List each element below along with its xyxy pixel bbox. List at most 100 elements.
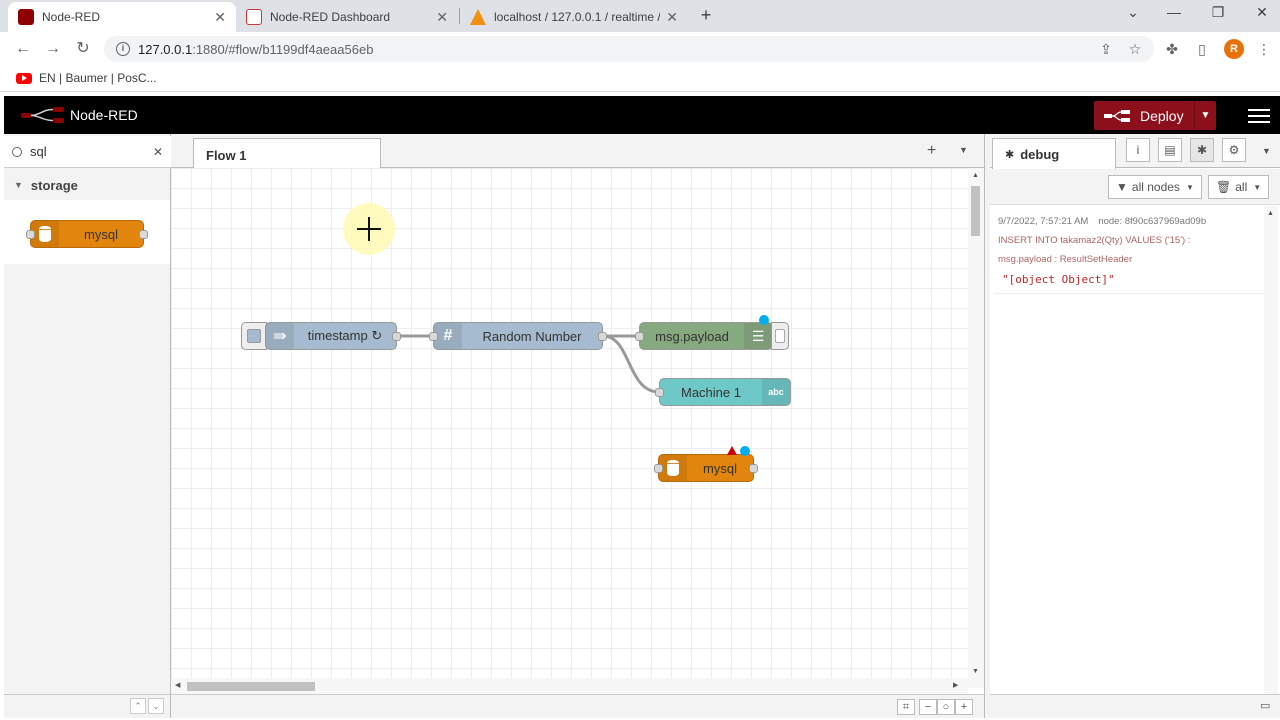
scroll-thumb[interactable]: [187, 682, 315, 691]
palette-search[interactable]: sql ✕: [4, 136, 171, 168]
output-port[interactable]: [139, 230, 148, 239]
back-icon[interactable]: ←: [12, 38, 34, 60]
browser-toolbar: ← → ↻ i 127.0.0.1:1880/#flow/b1199df4aea…: [0, 32, 1280, 66]
output-port[interactable]: [392, 332, 401, 341]
clear-search-icon[interactable]: ✕: [153, 145, 163, 159]
palette-category-storage[interactable]: ▼ storage: [4, 170, 170, 200]
output-port[interactable]: [598, 332, 607, 341]
canvas-horizontal-scrollbar[interactable]: ◀ ▶: [171, 678, 968, 694]
info-tab-icon[interactable]: i: [1126, 138, 1150, 162]
phpmyadmin-favicon-icon: [470, 9, 486, 25]
debug-toggle-button[interactable]: [771, 322, 789, 350]
address-bar[interactable]: i 127.0.0.1:1880/#flow/b1199df4aeaa56eb: [104, 36, 1154, 62]
deploy-dropdown-icon[interactable]: ▼: [1194, 101, 1216, 130]
browser-menu-icon[interactable]: ⋮: [1254, 39, 1274, 59]
filter-nodes-button[interactable]: ▼ all nodes ▼: [1108, 175, 1202, 199]
expand-all-icon[interactable]: ⌄: [148, 698, 164, 714]
help-book-icon[interactable]: ▤: [1158, 138, 1182, 162]
debug-node-id[interactable]: node: 8f90c637969ad09b: [1098, 216, 1206, 227]
output-port[interactable]: [749, 464, 758, 473]
minimize-icon[interactable]: —: [1162, 4, 1186, 20]
flow-workspace: Flow 1 + ▼ ⇛ timestamp ↻ # Random Number…: [171, 134, 984, 718]
close-tab-icon[interactable]: ✕: [214, 9, 226, 26]
scroll-up-icon[interactable]: ▲: [1267, 210, 1274, 217]
list-icon: ☰: [744, 323, 772, 349]
close-tab-icon[interactable]: ✕: [436, 9, 448, 26]
close-tab-icon[interactable]: ✕: [666, 9, 678, 26]
input-port[interactable]: [635, 332, 644, 341]
node-random-number[interactable]: # Random Number: [429, 322, 607, 350]
forward-icon[interactable]: →: [42, 38, 64, 60]
changed-indicator-icon: [740, 446, 750, 456]
profile-avatar[interactable]: R: [1224, 39, 1244, 59]
hash-icon: #: [434, 323, 462, 349]
scroll-right-icon[interactable]: ▶: [953, 681, 958, 689]
input-port[interactable]: [655, 388, 664, 397]
palette-node-mysql[interactable]: mysql: [26, 220, 148, 248]
zoom-reset-icon[interactable]: ○: [937, 699, 955, 715]
restore-icon[interactable]: ❐: [1206, 4, 1230, 21]
workspace-tabs: Flow 1 + ▼: [171, 134, 984, 169]
tab-flow-1[interactable]: Flow 1: [193, 138, 381, 169]
node-mysql[interactable]: mysql: [654, 454, 758, 482]
sidebar-menu-dropdown-icon[interactable]: ▼: [1262, 146, 1271, 156]
flow-list-dropdown-icon[interactable]: ▼: [959, 145, 968, 155]
scroll-down-icon[interactable]: ▼: [972, 668, 979, 675]
side-panel-icon[interactable]: ▯: [1192, 39, 1212, 59]
crosshair-cursor-icon: [357, 217, 381, 241]
add-flow-icon[interactable]: +: [927, 142, 936, 160]
palette-footer: ⌃ ⌄: [4, 694, 170, 718]
node-machine-1[interactable]: Machine 1 abc: [655, 378, 791, 406]
trash-icon: 🗑: [1216, 180, 1232, 194]
reload-icon[interactable]: ↻: [72, 38, 94, 60]
clear-messages-button[interactable]: 🗑 all ▼: [1208, 175, 1270, 199]
flow-canvas[interactable]: ⇛ timestamp ↻ # Random Number msg.payloa…: [171, 168, 968, 688]
node-label: Machine 1: [681, 384, 741, 400]
input-port[interactable]: [654, 464, 663, 473]
database-icon: [659, 455, 687, 481]
chevron-down-icon: ▼: [14, 180, 23, 190]
inject-button[interactable]: [241, 322, 267, 350]
input-port[interactable]: [26, 230, 35, 239]
bookmark-star-icon[interactable]: ☆: [1125, 39, 1145, 59]
bookmark-item[interactable]: EN | Baumer | PosC...: [16, 71, 157, 85]
node-red-favicon-icon: [246, 9, 262, 25]
config-gear-icon[interactable]: ⚙: [1222, 138, 1246, 162]
site-info-icon[interactable]: i: [116, 42, 130, 56]
browser-tab-phpmyadmin[interactable]: localhost / 127.0.0.1 / realtime / ✕: [460, 2, 688, 32]
debug-value[interactable]: "[object Object]": [1002, 269, 1260, 291]
palette-category-label: storage: [30, 177, 78, 193]
canvas-vertical-scrollbar[interactable]: ▲ ▼: [968, 168, 984, 688]
node-timestamp[interactable]: ⇛ timestamp ↻: [265, 322, 401, 350]
node-palette: sql ✕ ▼ storage mysql ⌃ ⌄: [4, 134, 171, 718]
palette-search-input[interactable]: sql: [30, 144, 153, 159]
tab-debug[interactable]: ✱ debug: [992, 138, 1116, 169]
scroll-left-icon[interactable]: ◀: [175, 681, 180, 689]
youtube-icon: [16, 72, 32, 84]
workspace-footer: ⌗ − ○ +: [171, 694, 984, 718]
tab-search-icon[interactable]: ⌄: [1121, 4, 1145, 21]
extensions-icon[interactable]: ✤: [1162, 39, 1182, 59]
debug-message[interactable]: 9/7/2022, 7:57:21 AM node: 8f90c637969ad0…: [994, 206, 1264, 294]
node-debug-msg-payload[interactable]: msg.payload ☰: [635, 322, 773, 350]
scroll-thumb[interactable]: [971, 186, 980, 236]
browser-tab-label: Node-RED Dashboard: [270, 10, 391, 24]
sidebar-footer: ▭: [990, 694, 1280, 718]
browser-tab-dashboard[interactable]: Node-RED Dashboard ✕: [236, 2, 458, 32]
sidebar-scrollbar[interactable]: ▲: [1264, 206, 1278, 694]
zoom-in-icon[interactable]: +: [955, 699, 973, 715]
collapse-all-icon[interactable]: ⌃: [130, 698, 146, 714]
browser-tab-node-red[interactable]: Node-RED ✕: [8, 2, 236, 32]
deploy-button[interactable]: Deploy ▼: [1094, 101, 1216, 130]
main-menu-icon[interactable]: [1248, 105, 1270, 125]
open-window-icon[interactable]: ▭: [1260, 699, 1270, 712]
scroll-up-icon[interactable]: ▲: [972, 172, 979, 179]
new-tab-button[interactable]: +: [695, 4, 717, 26]
close-window-icon[interactable]: ✕: [1250, 4, 1274, 21]
debug-tab-bug-icon[interactable]: ✱: [1190, 138, 1214, 162]
text-abc-icon: abc: [762, 379, 790, 405]
share-icon[interactable]: ⇪: [1096, 39, 1116, 59]
input-port[interactable]: [429, 332, 438, 341]
zoom-out-icon[interactable]: −: [919, 699, 937, 715]
navigator-map-icon[interactable]: ⌗: [897, 699, 915, 715]
